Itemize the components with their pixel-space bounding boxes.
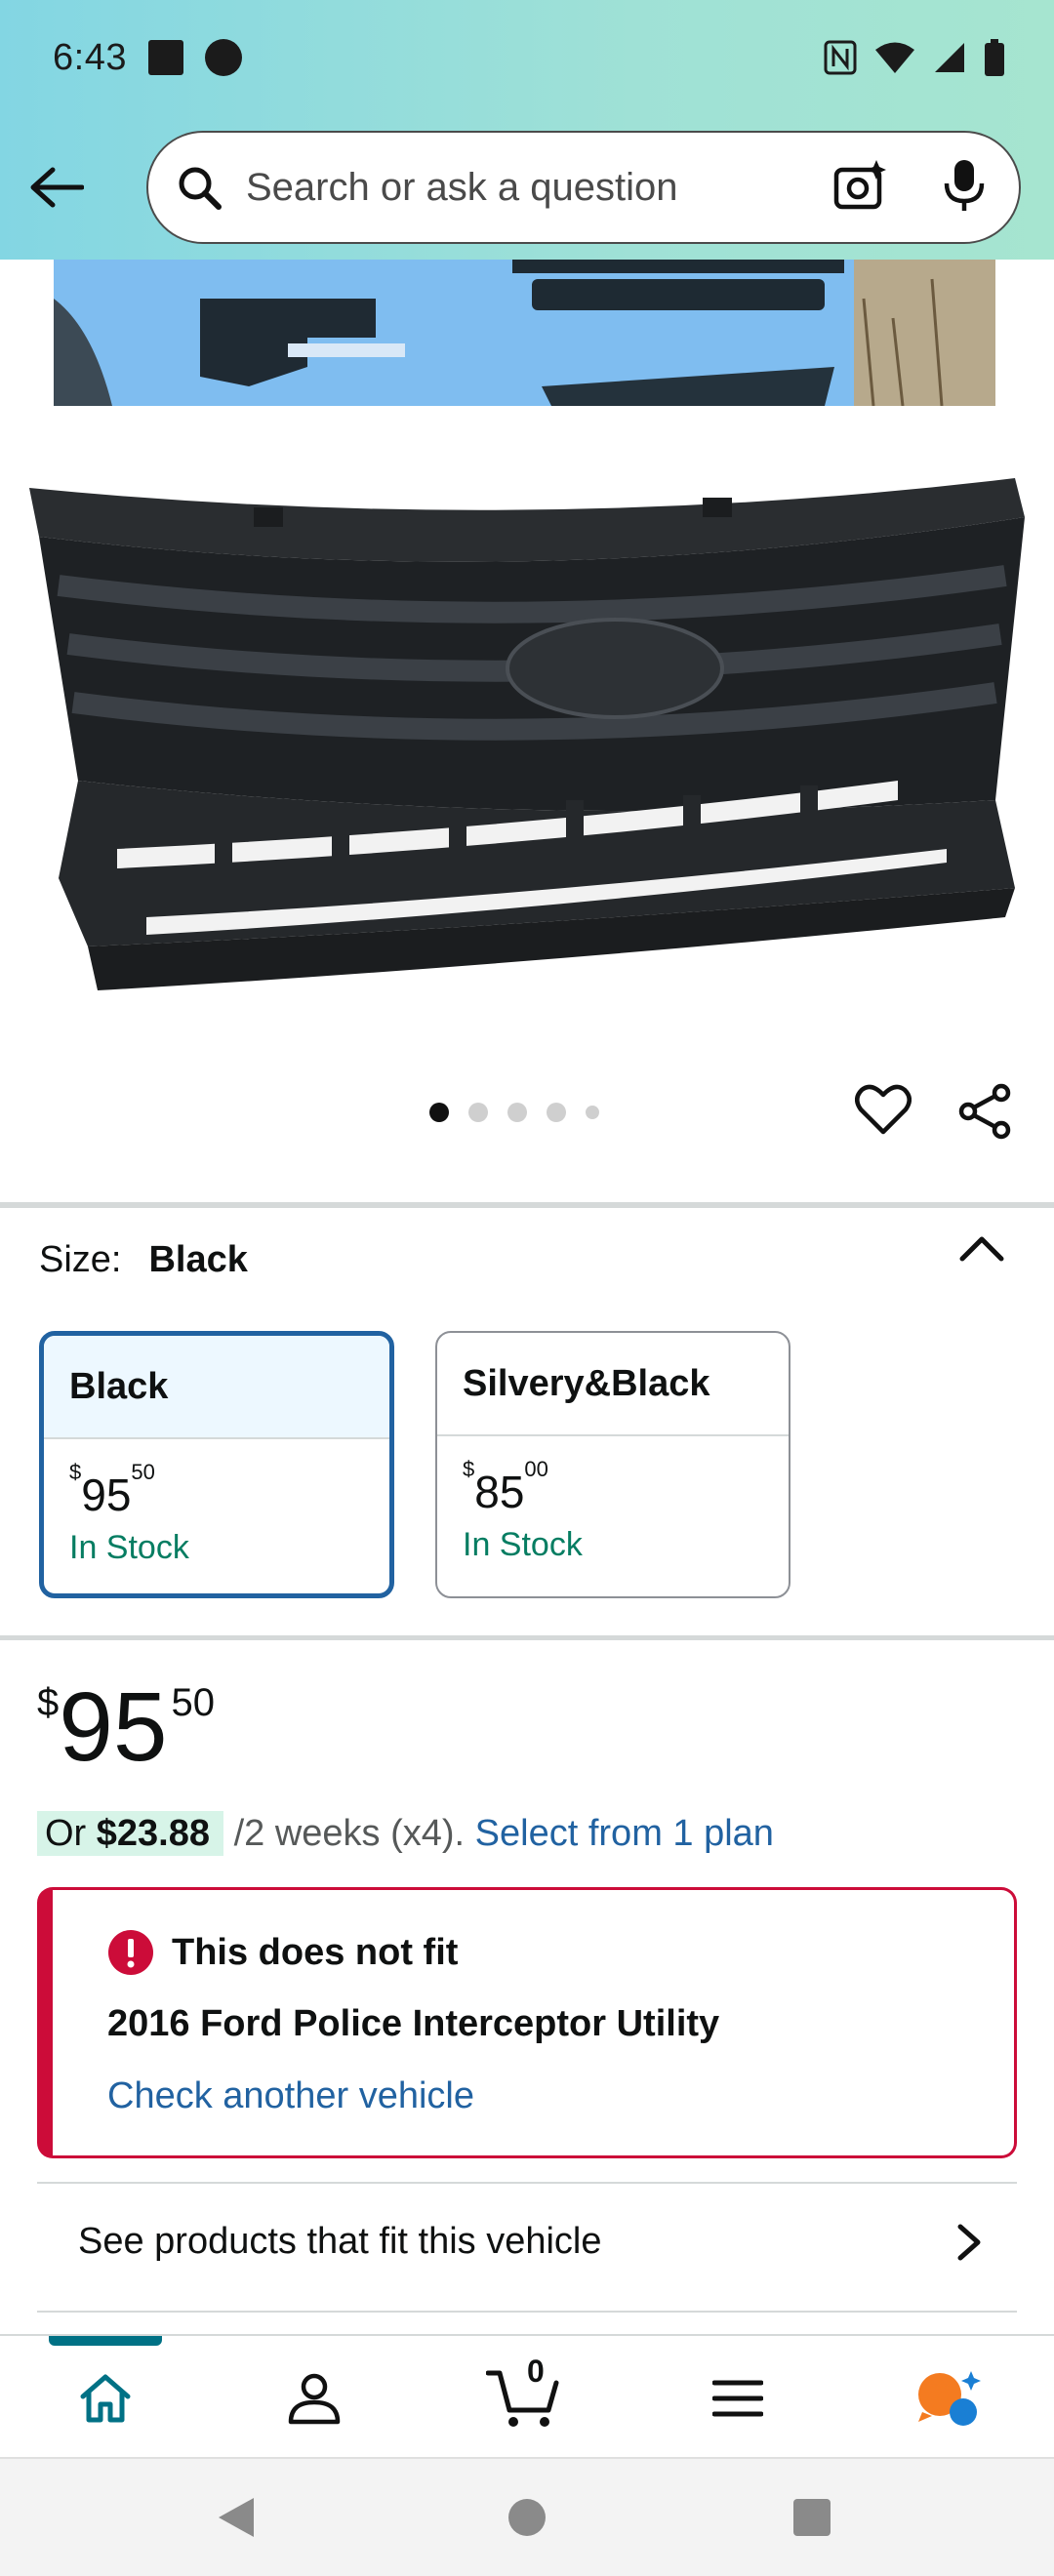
search-header: Search or ask a question <box>0 131 1054 244</box>
share-icon <box>958 1083 1011 1140</box>
bottom-navigation: 0 <box>0 2334 1054 2457</box>
option-stock-status: In Stock <box>69 1529 189 1566</box>
size-value: Black <box>148 1239 248 1280</box>
select-plan-link[interactable]: Select from 1 plan <box>475 1813 774 1854</box>
cart-icon <box>486 2370 559 2427</box>
nav-menu[interactable] <box>699 2359 777 2437</box>
carousel-dot-active[interactable] <box>429 1103 449 1122</box>
assistant-chat-icon <box>918 2371 981 2426</box>
system-back-button[interactable] <box>217 2496 258 2544</box>
size-option-silvery-black[interactable]: Silvery&Black $8500 In Stock <box>435 1331 790 1598</box>
nav-account[interactable] <box>275 2359 353 2437</box>
active-tab-indicator <box>49 2336 162 2346</box>
section-divider <box>0 1202 1054 1208</box>
check-another-vehicle-link[interactable]: Check another vehicle <box>107 2075 474 2117</box>
carousel-dot[interactable] <box>468 1103 488 1122</box>
error-alert-icon <box>108 1930 153 1975</box>
heart-icon <box>855 1084 912 1135</box>
installment-terms: /2 weeks (x4). <box>233 1813 466 1854</box>
image-carousel-indicator[interactable] <box>429 1103 599 1122</box>
size-label: Size: <box>39 1239 122 1280</box>
fitment-title: This does not fit <box>172 1931 459 1973</box>
installment-plan: Or $23.88 /2 weeks (x4). Select from 1 p… <box>37 1811 774 1856</box>
product-image[interactable] <box>20 459 1034 1025</box>
see-fitting-products-button[interactable] <box>953 2221 986 2269</box>
option-price: $9550 <box>69 1459 155 1520</box>
nav-cart[interactable] <box>484 2359 562 2437</box>
square-recents-icon <box>793 2499 831 2536</box>
system-recents-button[interactable] <box>792 2496 831 2544</box>
nfc-icon <box>824 40 857 75</box>
wifi-icon <box>875 42 914 73</box>
home-icon <box>80 2374 131 2423</box>
add-to-list-button[interactable] <box>855 1083 912 1141</box>
system-home-button[interactable] <box>507 2496 547 2544</box>
carousel-dot[interactable] <box>507 1103 527 1122</box>
user-icon <box>288 2373 341 2425</box>
option-price: $8500 <box>463 1456 548 1517</box>
camera-search-button[interactable] <box>833 158 888 218</box>
microphone-icon <box>944 159 985 211</box>
section-divider <box>0 1635 1054 1640</box>
notification-dot-icon <box>204 39 242 76</box>
status-time: 6:43 <box>53 36 127 78</box>
product-price: $95 50 <box>37 1672 215 1782</box>
search-placeholder: Search or ask a question <box>246 165 678 209</box>
share-button[interactable] <box>956 1083 1013 1145</box>
camera-sparkle-icon <box>833 159 886 209</box>
option-name: Silvery&Black <box>437 1333 789 1436</box>
back-arrow-icon <box>30 167 84 208</box>
fitment-alert: This does not fit 2016 Ford Police Inter… <box>37 1887 1017 2158</box>
divider <box>37 2182 1017 2184</box>
fitment-vehicle: 2016 Ford Police Interceptor Utility <box>107 2003 720 2044</box>
divider <box>37 2311 1017 2313</box>
see-fitting-products-link[interactable]: See products that fit this vehicle <box>78 2221 602 2263</box>
menu-icon <box>712 2380 763 2417</box>
nav-home[interactable] <box>66 2359 144 2437</box>
carousel-dot[interactable] <box>547 1103 566 1122</box>
chevron-right-icon <box>957 2224 981 2261</box>
search-icon <box>179 167 222 210</box>
signal-icon <box>935 43 964 72</box>
previous-product-image <box>54 260 995 406</box>
battery-icon <box>985 39 1004 76</box>
collapse-size-button[interactable] <box>956 1231 1007 1269</box>
option-name: Black <box>44 1336 389 1439</box>
nav-rufus-assistant[interactable] <box>910 2359 988 2437</box>
carousel-dot[interactable] <box>586 1106 599 1119</box>
cart-count-badge: 0 <box>527 2354 545 2389</box>
voice-search-button[interactable] <box>943 158 986 218</box>
status-bar: 6:43 <box>0 0 1054 115</box>
notification-square-icon <box>147 40 183 75</box>
option-stock-status: In Stock <box>463 1526 583 1563</box>
back-button[interactable] <box>25 156 88 219</box>
chevron-up-icon <box>959 1236 1004 1262</box>
triangle-back-icon <box>219 2498 254 2537</box>
size-option-black[interactable]: Black $9550 In Stock <box>39 1331 394 1598</box>
circle-home-icon <box>508 2499 546 2536</box>
installment-badge: Or $23.88 <box>37 1811 224 1856</box>
search-input[interactable]: Search or ask a question <box>146 131 1021 244</box>
size-selector-header: Size: Black <box>39 1239 248 1281</box>
system-navigation-bar <box>0 2457 1054 2576</box>
